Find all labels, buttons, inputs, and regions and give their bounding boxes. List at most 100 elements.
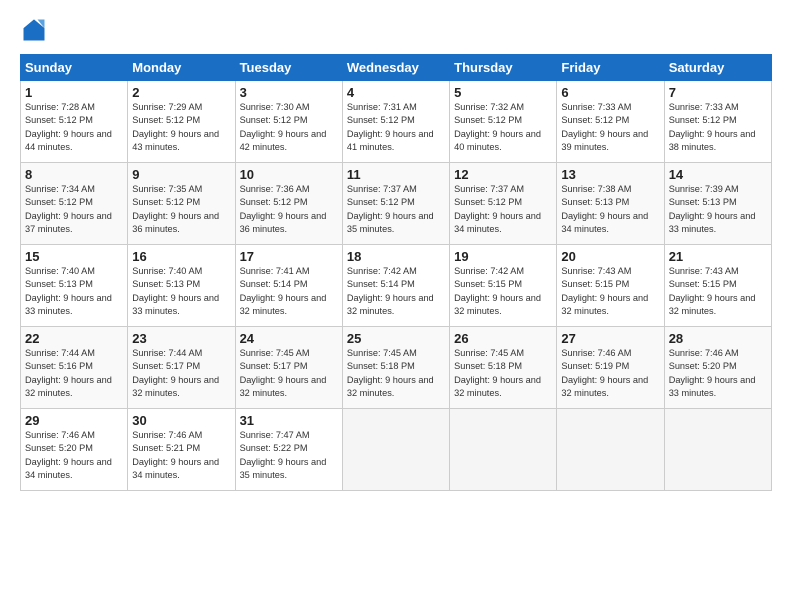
day-info: Sunrise: 7:31 AM Sunset: 5:12 PM Dayligh… [347, 101, 445, 154]
calendar-cell: 19 Sunrise: 7:42 AM Sunset: 5:15 PM Dayl… [450, 245, 557, 327]
day-number: 6 [561, 85, 659, 100]
calendar-cell: 13 Sunrise: 7:38 AM Sunset: 5:13 PM Dayl… [557, 163, 664, 245]
day-number: 13 [561, 167, 659, 182]
calendar-cell: 16 Sunrise: 7:40 AM Sunset: 5:13 PM Dayl… [128, 245, 235, 327]
calendar-cell: 9 Sunrise: 7:35 AM Sunset: 5:12 PM Dayli… [128, 163, 235, 245]
day-number: 20 [561, 249, 659, 264]
calendar-cell: 1 Sunrise: 7:28 AM Sunset: 5:12 PM Dayli… [21, 81, 128, 163]
calendar-week-row: 8 Sunrise: 7:34 AM Sunset: 5:12 PM Dayli… [21, 163, 772, 245]
day-info: Sunrise: 7:39 AM Sunset: 5:13 PM Dayligh… [669, 183, 767, 236]
day-info: Sunrise: 7:32 AM Sunset: 5:12 PM Dayligh… [454, 101, 552, 154]
day-info: Sunrise: 7:29 AM Sunset: 5:12 PM Dayligh… [132, 101, 230, 154]
calendar-cell: 15 Sunrise: 7:40 AM Sunset: 5:13 PM Dayl… [21, 245, 128, 327]
calendar-cell: 8 Sunrise: 7:34 AM Sunset: 5:12 PM Dayli… [21, 163, 128, 245]
calendar: SundayMondayTuesdayWednesdayThursdayFrid… [20, 54, 772, 491]
day-info: Sunrise: 7:33 AM Sunset: 5:12 PM Dayligh… [561, 101, 659, 154]
day-number: 27 [561, 331, 659, 346]
calendar-cell: 29 Sunrise: 7:46 AM Sunset: 5:20 PM Dayl… [21, 409, 128, 491]
calendar-week-row: 22 Sunrise: 7:44 AM Sunset: 5:16 PM Dayl… [21, 327, 772, 409]
calendar-cell [450, 409, 557, 491]
day-number: 12 [454, 167, 552, 182]
day-info: Sunrise: 7:44 AM Sunset: 5:16 PM Dayligh… [25, 347, 123, 400]
day-number: 8 [25, 167, 123, 182]
weekday-header: Wednesday [342, 55, 449, 81]
calendar-week-row: 29 Sunrise: 7:46 AM Sunset: 5:20 PM Dayl… [21, 409, 772, 491]
day-number: 15 [25, 249, 123, 264]
day-info: Sunrise: 7:44 AM Sunset: 5:17 PM Dayligh… [132, 347, 230, 400]
day-info: Sunrise: 7:46 AM Sunset: 5:21 PM Dayligh… [132, 429, 230, 482]
day-number: 23 [132, 331, 230, 346]
day-info: Sunrise: 7:42 AM Sunset: 5:14 PM Dayligh… [347, 265, 445, 318]
calendar-cell: 22 Sunrise: 7:44 AM Sunset: 5:16 PM Dayl… [21, 327, 128, 409]
day-number: 19 [454, 249, 552, 264]
calendar-cell: 7 Sunrise: 7:33 AM Sunset: 5:12 PM Dayli… [664, 81, 771, 163]
day-info: Sunrise: 7:46 AM Sunset: 5:19 PM Dayligh… [561, 347, 659, 400]
calendar-cell: 17 Sunrise: 7:41 AM Sunset: 5:14 PM Dayl… [235, 245, 342, 327]
calendar-cell: 12 Sunrise: 7:37 AM Sunset: 5:12 PM Dayl… [450, 163, 557, 245]
calendar-cell [557, 409, 664, 491]
day-info: Sunrise: 7:37 AM Sunset: 5:12 PM Dayligh… [347, 183, 445, 236]
calendar-cell: 25 Sunrise: 7:45 AM Sunset: 5:18 PM Dayl… [342, 327, 449, 409]
day-info: Sunrise: 7:45 AM Sunset: 5:18 PM Dayligh… [454, 347, 552, 400]
calendar-cell: 23 Sunrise: 7:44 AM Sunset: 5:17 PM Dayl… [128, 327, 235, 409]
day-info: Sunrise: 7:43 AM Sunset: 5:15 PM Dayligh… [669, 265, 767, 318]
day-info: Sunrise: 7:42 AM Sunset: 5:15 PM Dayligh… [454, 265, 552, 318]
day-info: Sunrise: 7:30 AM Sunset: 5:12 PM Dayligh… [240, 101, 338, 154]
day-number: 9 [132, 167, 230, 182]
day-info: Sunrise: 7:45 AM Sunset: 5:18 PM Dayligh… [347, 347, 445, 400]
calendar-cell: 30 Sunrise: 7:46 AM Sunset: 5:21 PM Dayl… [128, 409, 235, 491]
day-number: 31 [240, 413, 338, 428]
calendar-week-row: 1 Sunrise: 7:28 AM Sunset: 5:12 PM Dayli… [21, 81, 772, 163]
day-number: 28 [669, 331, 767, 346]
day-info: Sunrise: 7:45 AM Sunset: 5:17 PM Dayligh… [240, 347, 338, 400]
logo-icon [20, 16, 48, 44]
day-info: Sunrise: 7:28 AM Sunset: 5:12 PM Dayligh… [25, 101, 123, 154]
day-info: Sunrise: 7:37 AM Sunset: 5:12 PM Dayligh… [454, 183, 552, 236]
day-info: Sunrise: 7:41 AM Sunset: 5:14 PM Dayligh… [240, 265, 338, 318]
day-number: 25 [347, 331, 445, 346]
day-number: 24 [240, 331, 338, 346]
day-info: Sunrise: 7:33 AM Sunset: 5:12 PM Dayligh… [669, 101, 767, 154]
calendar-header-row: SundayMondayTuesdayWednesdayThursdayFrid… [21, 55, 772, 81]
calendar-cell: 4 Sunrise: 7:31 AM Sunset: 5:12 PM Dayli… [342, 81, 449, 163]
header [20, 16, 772, 44]
day-info: Sunrise: 7:34 AM Sunset: 5:12 PM Dayligh… [25, 183, 123, 236]
calendar-cell [342, 409, 449, 491]
weekday-header: Monday [128, 55, 235, 81]
calendar-cell: 21 Sunrise: 7:43 AM Sunset: 5:15 PM Dayl… [664, 245, 771, 327]
calendar-cell: 5 Sunrise: 7:32 AM Sunset: 5:12 PM Dayli… [450, 81, 557, 163]
day-number: 16 [132, 249, 230, 264]
calendar-cell: 26 Sunrise: 7:45 AM Sunset: 5:18 PM Dayl… [450, 327, 557, 409]
calendar-cell: 14 Sunrise: 7:39 AM Sunset: 5:13 PM Dayl… [664, 163, 771, 245]
day-number: 14 [669, 167, 767, 182]
calendar-cell: 6 Sunrise: 7:33 AM Sunset: 5:12 PM Dayli… [557, 81, 664, 163]
calendar-cell: 3 Sunrise: 7:30 AM Sunset: 5:12 PM Dayli… [235, 81, 342, 163]
calendar-cell: 24 Sunrise: 7:45 AM Sunset: 5:17 PM Dayl… [235, 327, 342, 409]
day-number: 30 [132, 413, 230, 428]
calendar-cell: 11 Sunrise: 7:37 AM Sunset: 5:12 PM Dayl… [342, 163, 449, 245]
day-info: Sunrise: 7:46 AM Sunset: 5:20 PM Dayligh… [25, 429, 123, 482]
calendar-cell [664, 409, 771, 491]
calendar-cell: 27 Sunrise: 7:46 AM Sunset: 5:19 PM Dayl… [557, 327, 664, 409]
weekday-header: Sunday [21, 55, 128, 81]
weekday-header: Thursday [450, 55, 557, 81]
day-number: 7 [669, 85, 767, 100]
day-info: Sunrise: 7:47 AM Sunset: 5:22 PM Dayligh… [240, 429, 338, 482]
day-number: 29 [25, 413, 123, 428]
day-info: Sunrise: 7:43 AM Sunset: 5:15 PM Dayligh… [561, 265, 659, 318]
day-info: Sunrise: 7:36 AM Sunset: 5:12 PM Dayligh… [240, 183, 338, 236]
calendar-cell: 18 Sunrise: 7:42 AM Sunset: 5:14 PM Dayl… [342, 245, 449, 327]
calendar-cell: 31 Sunrise: 7:47 AM Sunset: 5:22 PM Dayl… [235, 409, 342, 491]
day-number: 22 [25, 331, 123, 346]
page: SundayMondayTuesdayWednesdayThursdayFrid… [0, 0, 792, 612]
day-number: 2 [132, 85, 230, 100]
day-info: Sunrise: 7:46 AM Sunset: 5:20 PM Dayligh… [669, 347, 767, 400]
day-info: Sunrise: 7:40 AM Sunset: 5:13 PM Dayligh… [132, 265, 230, 318]
day-number: 4 [347, 85, 445, 100]
weekday-header: Friday [557, 55, 664, 81]
weekday-header: Tuesday [235, 55, 342, 81]
day-number: 11 [347, 167, 445, 182]
day-number: 3 [240, 85, 338, 100]
day-number: 17 [240, 249, 338, 264]
day-info: Sunrise: 7:38 AM Sunset: 5:13 PM Dayligh… [561, 183, 659, 236]
